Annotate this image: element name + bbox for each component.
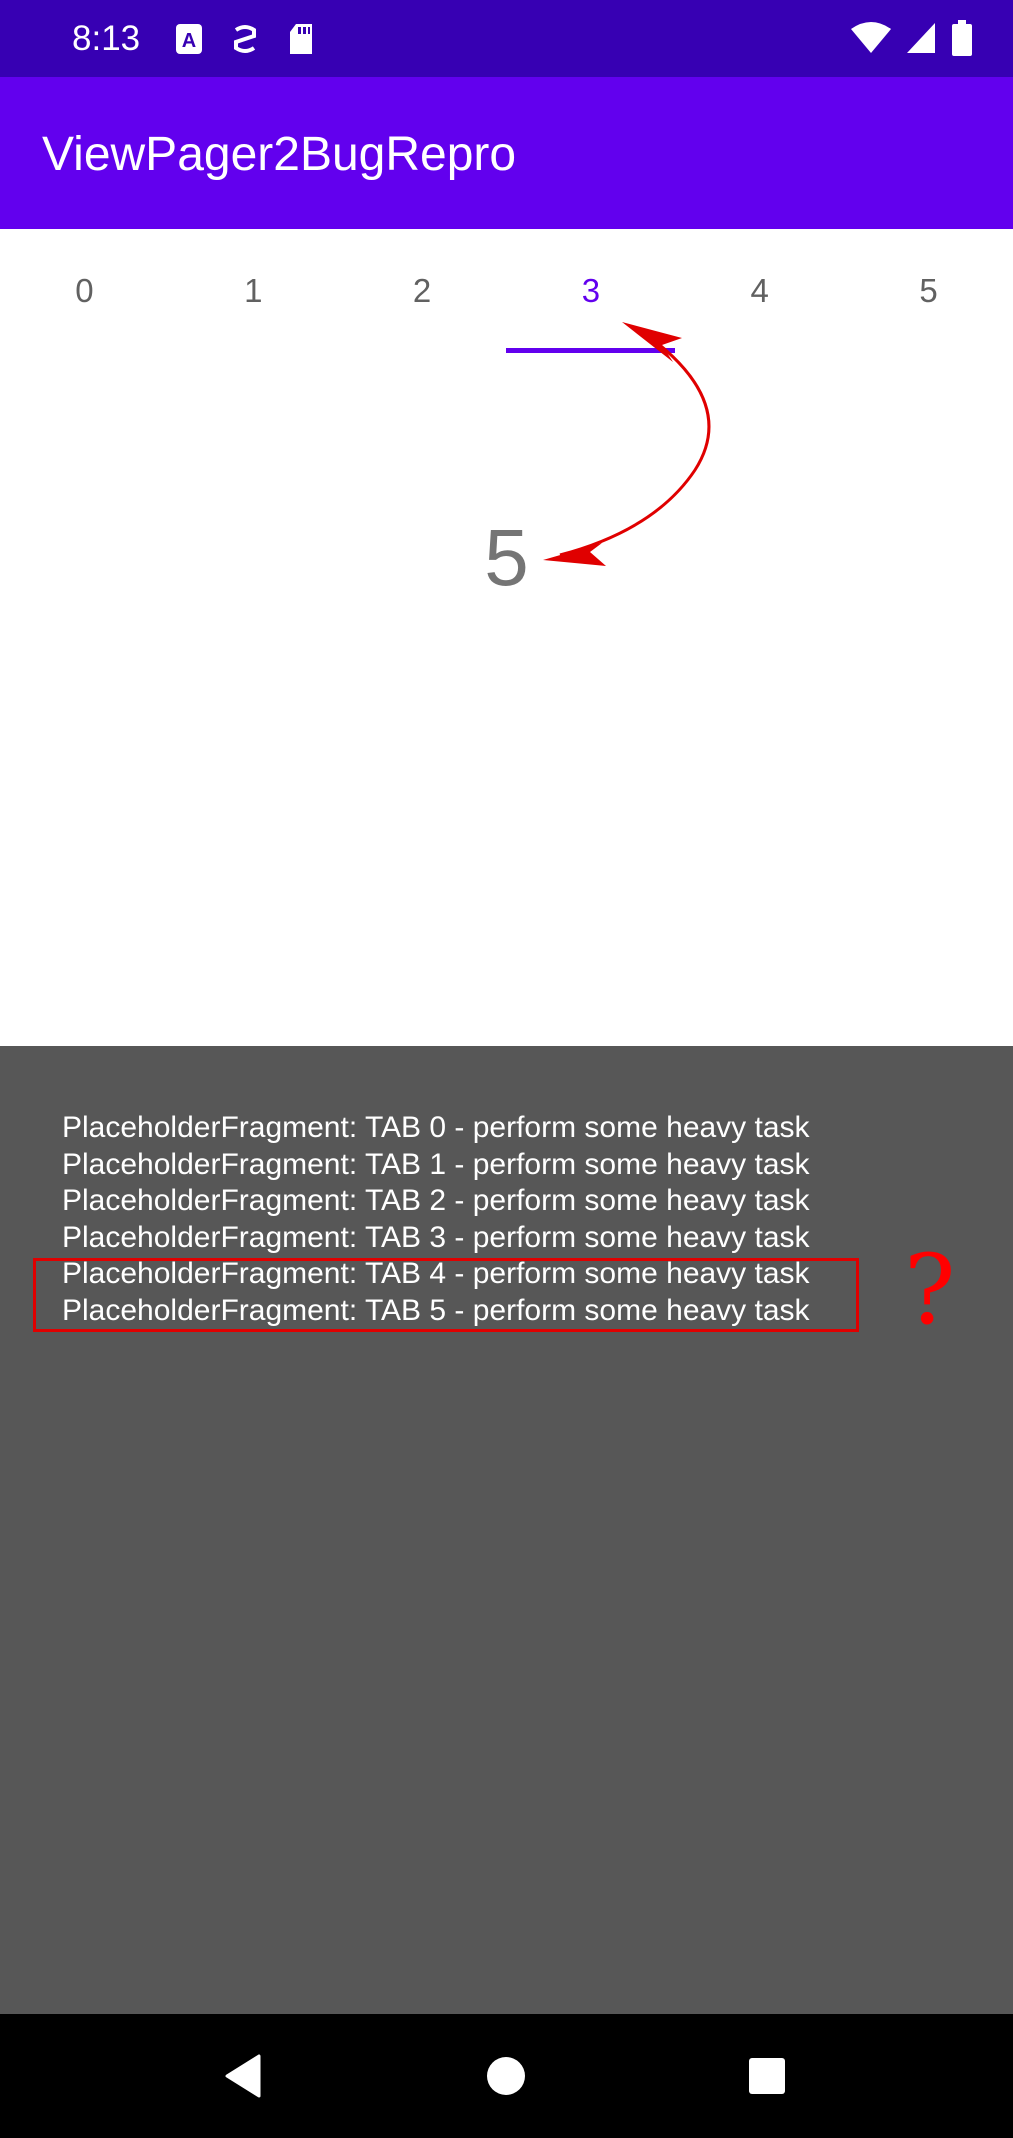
recents-icon	[749, 2058, 785, 2094]
navigation-bar	[0, 2014, 1013, 2138]
tab-label: 2	[412, 272, 432, 309]
back-icon	[225, 2054, 261, 2098]
status-system-icons	[851, 20, 973, 56]
tab-label: 0	[75, 272, 94, 309]
tab-4[interactable]: 4	[675, 229, 844, 353]
annotation-highlight-box	[33, 1258, 859, 1332]
log-line: PlaceholderFragment: TAB 0 - perform som…	[62, 1111, 810, 1144]
log-line: PlaceholderFragment: TAB 1 - perform som…	[62, 1147, 810, 1181]
font-notification-icon: A	[176, 24, 202, 54]
tab-1[interactable]: 1	[169, 229, 338, 353]
log-panel: PlaceholderFragment: TAB 0 - perform som…	[0, 1046, 1013, 2014]
nav-back-button[interactable]	[183, 2014, 303, 2138]
home-icon	[487, 2057, 525, 2095]
status-notification-icons: A	[174, 22, 316, 56]
view-pager-page[interactable]: 5	[0, 353, 1013, 1046]
tab-5[interactable]: 5	[844, 229, 1013, 353]
tab-3[interactable]: 3	[506, 229, 676, 353]
nav-home-button[interactable]	[446, 2014, 566, 2138]
svg-text:A: A	[182, 30, 196, 52]
annotation-question-mark: ?	[904, 1234, 956, 1346]
app-bar: ViewPager2BugRepro	[0, 77, 1013, 229]
tab-2[interactable]: 2	[338, 229, 507, 353]
sim-toolkit-icon	[234, 25, 256, 53]
sd-card-icon	[290, 24, 312, 54]
tab-0[interactable]: 0	[0, 229, 169, 353]
log-line: PlaceholderFragment: TAB 2 - perform som…	[62, 1184, 810, 1217]
tab-label: 4	[750, 272, 769, 309]
page-number-text: 5	[484, 513, 529, 602]
battery-icon	[952, 20, 972, 56]
cell-signal-icon	[907, 23, 935, 53]
tab-label: 1	[244, 272, 263, 309]
app-title: ViewPager2BugRepro	[42, 128, 517, 181]
wifi-icon	[851, 22, 891, 53]
nav-recents-button[interactable]	[707, 2014, 827, 2138]
tab-bar: 0 1 2 3 4 5	[0, 229, 1013, 353]
tab-label: 5	[919, 272, 938, 309]
status-time: 8:13	[72, 19, 141, 58]
status-bar: 8:13 A	[0, 0, 1013, 77]
tab-label: 3	[581, 272, 601, 309]
log-line: PlaceholderFragment: TAB 3 - perform som…	[62, 1220, 810, 1254]
